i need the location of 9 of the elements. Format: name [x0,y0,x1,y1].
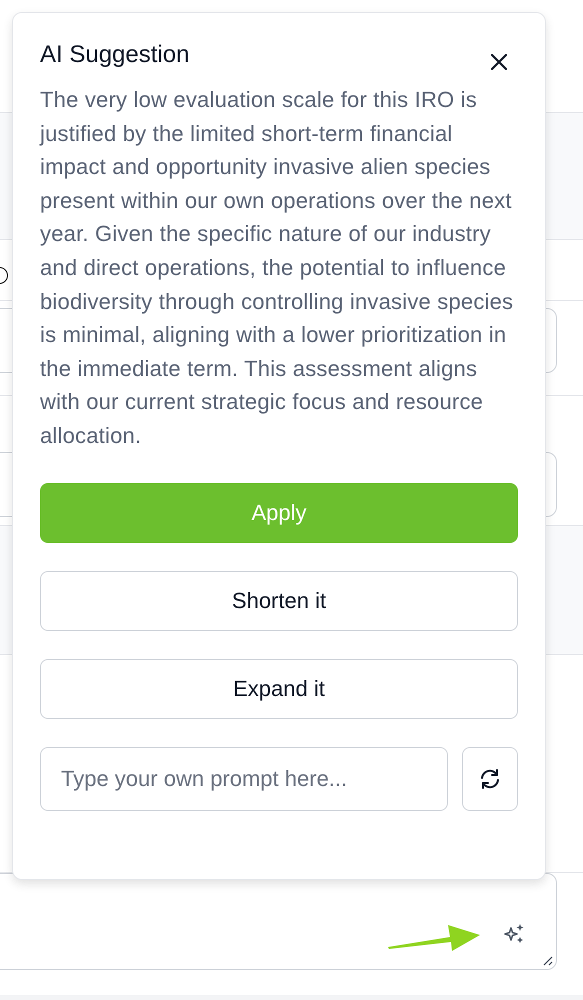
refresh-button[interactable] [462,746,518,811]
suggestion-text: The very low evaluation scale for this IRO is justified by the limited short-term financial impact and opportunity invasive alien species present within our own operations over the next year. Given the specific nature of our industry and direct operations, the potential to influence biodiversity through controlling invasive species is minimal, aligning with a lower prioritization in the immediate term. This assessment aligns with our current strategic focus and resource allocation. [40,86,514,450]
close-icon[interactable] [490,53,508,71]
action-button[interactable]: Expand it [40,658,518,719]
resize-handle[interactable] [541,954,553,966]
action-button[interactable]: Shorten it [40,570,518,631]
refresh-icon [478,766,502,791]
prompt-field[interactable]: Type your own prompt here... [40,746,448,811]
popup-title: AI Suggestion [40,41,190,69]
